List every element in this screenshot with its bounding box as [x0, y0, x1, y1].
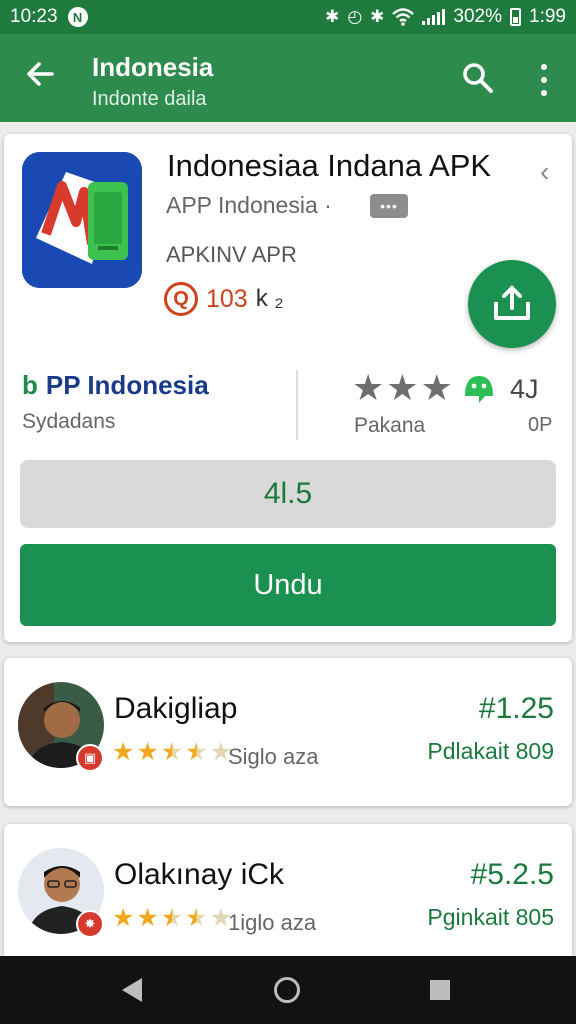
rating-value-box: 4l.5: [20, 460, 556, 528]
review-stars: ★ ★ ★ ★ ★: [112, 904, 232, 932]
nav-back-icon[interactable]: [122, 978, 142, 1002]
system-nav-bar: [0, 956, 576, 1024]
star-icon: ★: [420, 367, 453, 408]
status-clock-right: 1:99: [529, 6, 566, 27]
app-stat: Q 103 k ₂: [164, 282, 284, 316]
publisher-name: PP Indonesia: [45, 370, 209, 400]
rating-sub: 0P: [528, 414, 553, 436]
publisher[interactable]: b PP Indonesia: [22, 370, 209, 401]
status-bar: 10:23 N ✱ ◴ ✱ 302% 1:99: [0, 0, 576, 34]
reviewer-name: Olakınay iCk: [114, 858, 285, 891]
badge-icon: ▣: [76, 744, 104, 772]
rating-label: Pakana: [354, 414, 426, 437]
app-detail-card: Indonesiaa Indana APK ‹ APP Indonesia · …: [4, 134, 572, 642]
page-title: Indonesia: [92, 52, 214, 82]
bluetooth-icon: ✱: [325, 7, 340, 26]
review-rank: #1.25: [478, 692, 554, 725]
star-icon: ★: [386, 367, 419, 408]
nav-recents-icon[interactable]: [430, 980, 450, 1000]
rating-count: 4J: [510, 374, 539, 404]
star-half-icon: ★: [185, 904, 208, 932]
publisher-sub: Sydadans: [22, 410, 116, 433]
app-logo-icon[interactable]: [22, 152, 142, 288]
star-icon: ★: [112, 738, 135, 766]
bluetooth-alt-icon: ✱: [370, 7, 385, 26]
star-half-icon: ★: [160, 904, 184, 932]
back-arrow-icon[interactable]: [22, 56, 58, 92]
stat-value: 103: [206, 284, 248, 313]
stat-suffix: k ₂: [255, 285, 284, 312]
developer-name[interactable]: APP Indonesia ·: [166, 192, 332, 219]
star-icon: ★: [352, 367, 385, 408]
download-icon: [494, 285, 530, 320]
download-button[interactable]: Undu: [20, 544, 556, 626]
review-stars: ★ ★ ★ ★ ★: [112, 738, 232, 766]
reviewer-name: Dakigliap: [114, 692, 238, 725]
publisher-logo-icon: b: [22, 370, 38, 400]
android-icon: [464, 376, 493, 403]
status-time: 10:23: [10, 6, 58, 27]
signal-icon: [422, 9, 446, 25]
star-half-icon: ★: [160, 738, 184, 766]
app-tag: APKINV APR: [166, 242, 297, 267]
list-item[interactable]: ✸ Olakınay iCk ★ ★ ★ ★ ★ 1iglo aza #5.2.…: [4, 824, 572, 974]
star-icon: ★: [136, 738, 159, 766]
star-rating: ★ ★ ★: [352, 370, 497, 406]
nfc-icon: N: [67, 7, 88, 27]
review-meta: 1iglo aza: [228, 910, 317, 935]
list-item[interactable]: ▣ Dakigliap ★ ★ ★ ★ ★ Siglo aza #1.25 Pd…: [4, 658, 572, 806]
battery-icon: [510, 8, 522, 26]
star-icon: ★: [136, 904, 159, 932]
app-name: Indonesiaa Indana APK: [167, 148, 492, 183]
more-vert-icon[interactable]: [530, 62, 558, 98]
badge-icon: ✸: [76, 910, 104, 938]
alarm-icon: ◴: [347, 7, 363, 26]
nav-home-icon[interactable]: [274, 977, 300, 1003]
install-button[interactable]: [468, 260, 556, 348]
developer-badge: •••: [370, 194, 408, 218]
review-sub: Pdlakait 809: [427, 738, 554, 764]
divider: [296, 370, 298, 440]
search-icon[interactable]: [460, 60, 496, 96]
battery-percent: 302%: [453, 6, 503, 27]
app-bar: Indonesia Indonte daila: [0, 34, 576, 122]
star-half-icon: ★: [185, 738, 208, 766]
review-sub: Pginkait 805: [427, 904, 554, 930]
wifi-icon: [392, 8, 415, 26]
review-rank: #5.2.5: [470, 858, 554, 891]
review-meta: Siglo aza: [228, 744, 319, 769]
stat-icon: Q: [164, 282, 198, 316]
star-icon: ★: [112, 904, 135, 932]
page-subtitle: Indonte daila: [92, 88, 207, 110]
chevron-left-icon[interactable]: ‹: [540, 156, 549, 188]
